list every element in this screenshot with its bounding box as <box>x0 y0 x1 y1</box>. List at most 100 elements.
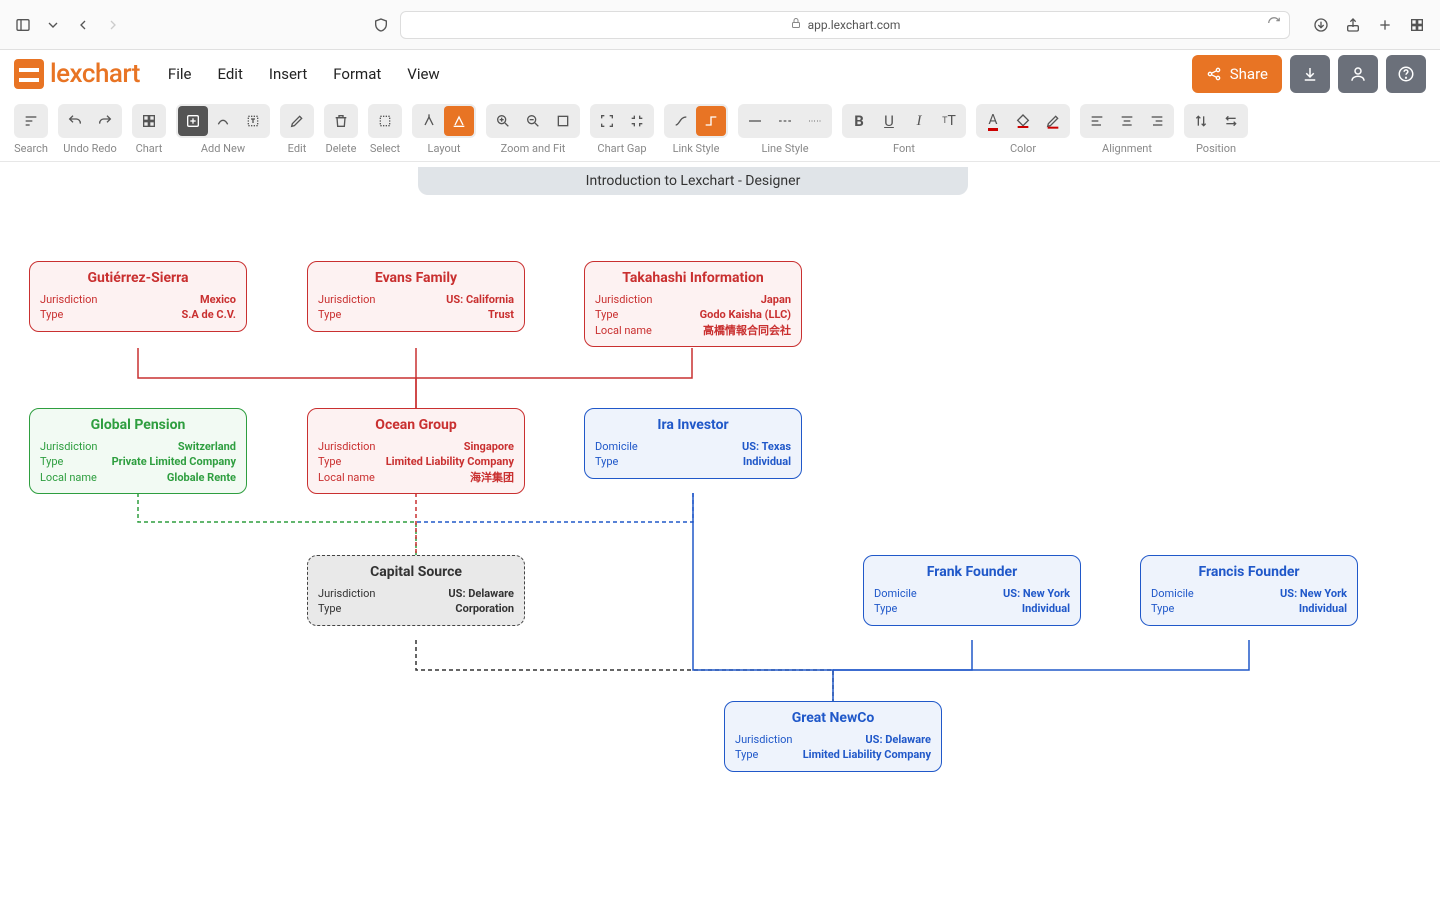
italic-button[interactable]: I <box>904 106 934 136</box>
tool-group-add: Add New <box>176 104 270 155</box>
download-icon <box>1301 65 1319 83</box>
link-ortho-button[interactable] <box>696 106 726 136</box>
gap-expand-button[interactable] <box>592 106 622 136</box>
account-button[interactable] <box>1338 55 1378 93</box>
field-label: Type <box>318 454 341 469</box>
node-gutierrez[interactable]: Gutiérrez-Sierra JurisdictionMexico Type… <box>29 261 247 332</box>
fontsize-button[interactable]: TT <box>934 106 964 136</box>
help-icon <box>1397 65 1415 83</box>
delete-button[interactable] <box>326 106 356 136</box>
border-color-button[interactable] <box>1038 106 1068 136</box>
canvas[interactable]: Introduction to Lexchart - Designer <box>0 162 1440 892</box>
tool-group-search: Search <box>14 104 48 155</box>
menu-insert[interactable]: Insert <box>269 65 307 83</box>
undo-button[interactable] <box>60 106 90 136</box>
align-left-button[interactable] <box>1082 106 1112 136</box>
help-button[interactable] <box>1386 55 1426 93</box>
field-label: Type <box>40 307 63 322</box>
tool-label-edit: Edit <box>288 142 307 155</box>
gap-contract-button[interactable] <box>622 106 652 136</box>
share-icon[interactable] <box>1342 14 1364 36</box>
chart-button[interactable] <box>134 106 164 136</box>
node-evans[interactable]: Evans Family JurisdictionUS: California … <box>307 261 525 332</box>
align-center-button[interactable] <box>1112 106 1142 136</box>
redo-button[interactable] <box>90 106 120 136</box>
field-value: Japan <box>761 292 791 307</box>
back-icon[interactable] <box>72 14 94 36</box>
line-solid-button[interactable] <box>740 106 770 136</box>
reload-icon[interactable] <box>1267 16 1281 33</box>
text-color-button[interactable]: A <box>978 106 1008 136</box>
add-link-button[interactable] <box>208 106 238 136</box>
zoom-out-button[interactable] <box>518 106 548 136</box>
tabs-icon[interactable] <box>1406 14 1428 36</box>
menu-format[interactable]: Format <box>333 65 381 83</box>
node-ocean-group[interactable]: Ocean Group JurisdictionSingapore TypeLi… <box>307 408 525 494</box>
line-dashed-button[interactable] <box>770 106 800 136</box>
field-label: Domicile <box>874 586 917 601</box>
tool-group-layout: Layout <box>412 104 476 155</box>
field-label: Local name <box>318 470 375 485</box>
node-title: Global Pension <box>40 417 236 433</box>
field-value: Globale Rente <box>167 470 236 485</box>
zoom-fit-button[interactable] <box>548 106 578 136</box>
tool-label-align: Alignment <box>1102 142 1152 155</box>
node-great-newco[interactable]: Great NewCo JurisdictionUS: Delaware Typ… <box>724 701 942 772</box>
logo[interactable]: lexchart <box>14 59 140 89</box>
tool-group-color: A Color <box>976 104 1070 155</box>
node-francis-founder[interactable]: Francis Founder DomicileUS: New York Typ… <box>1140 555 1358 626</box>
shield-icon[interactable] <box>370 14 392 36</box>
share-nodes-icon <box>1206 66 1222 82</box>
sidebar-toggle-icon[interactable] <box>12 14 34 36</box>
align-right-button[interactable] <box>1142 106 1172 136</box>
chart-title[interactable]: Introduction to Lexchart - Designer <box>418 167 968 195</box>
node-ira-investor[interactable]: Ira Investor DomicileUS: Texas TypeIndiv… <box>584 408 802 479</box>
tool-group-select: Select <box>368 104 402 155</box>
tool-label-layout: Layout <box>428 142 461 155</box>
zoom-in-button[interactable] <box>488 106 518 136</box>
field-label: Type <box>595 454 618 469</box>
field-label: Type <box>595 307 618 322</box>
url-text: app.lexchart.com <box>808 18 901 32</box>
plus-icon[interactable] <box>1374 14 1396 36</box>
field-value: Individual <box>743 454 791 469</box>
node-frank-founder[interactable]: Frank Founder DomicileUS: New York TypeI… <box>863 555 1081 626</box>
field-label: Type <box>318 307 341 322</box>
field-label: Type <box>1151 601 1174 616</box>
menu-file[interactable]: File <box>168 65 192 83</box>
forward-icon[interactable] <box>102 14 124 36</box>
layout-manual-button[interactable] <box>444 106 474 136</box>
chevron-down-icon[interactable] <box>42 14 64 36</box>
add-box-button[interactable] <box>178 106 208 136</box>
node-takahashi[interactable]: Takahashi Information JurisdictionJapan … <box>584 261 802 347</box>
menu-view[interactable]: View <box>407 65 439 83</box>
position-back-button[interactable] <box>1216 106 1246 136</box>
node-global-pension[interactable]: Global Pension JurisdictionSwitzerland T… <box>29 408 247 494</box>
position-front-button[interactable] <box>1186 106 1216 136</box>
menu-edit[interactable]: Edit <box>217 65 242 83</box>
line-dotted-button[interactable] <box>800 106 830 136</box>
search-button[interactable] <box>16 106 46 136</box>
download-icon[interactable] <box>1310 14 1332 36</box>
tool-group-gap: Chart Gap <box>590 104 654 155</box>
node-title: Capital Source <box>318 564 514 580</box>
address-bar[interactable]: app.lexchart.com <box>400 11 1290 39</box>
bold-button[interactable]: B <box>844 106 874 136</box>
select-button[interactable] <box>370 106 400 136</box>
tool-group-linestyle: Line Style <box>738 104 832 155</box>
link-curve-button[interactable] <box>666 106 696 136</box>
node-title: Ocean Group <box>318 417 514 433</box>
fill-color-button[interactable] <box>1008 106 1038 136</box>
user-icon <box>1349 65 1367 83</box>
node-capital-source[interactable]: Capital Source JurisdictionUS: Delaware … <box>307 555 525 626</box>
download-button[interactable] <box>1290 55 1330 93</box>
layout-auto-button[interactable] <box>414 106 444 136</box>
share-button[interactable]: Share <box>1192 55 1282 93</box>
add-text-button[interactable] <box>238 106 268 136</box>
browser-chrome: app.lexchart.com <box>0 0 1440 50</box>
tool-label-zoom: Zoom and Fit <box>501 142 566 155</box>
underline-button[interactable]: U <box>874 106 904 136</box>
tool-group-font: B U I TT Font <box>842 104 966 155</box>
field-value: US: New York <box>1003 586 1070 601</box>
edit-button[interactable] <box>282 106 312 136</box>
